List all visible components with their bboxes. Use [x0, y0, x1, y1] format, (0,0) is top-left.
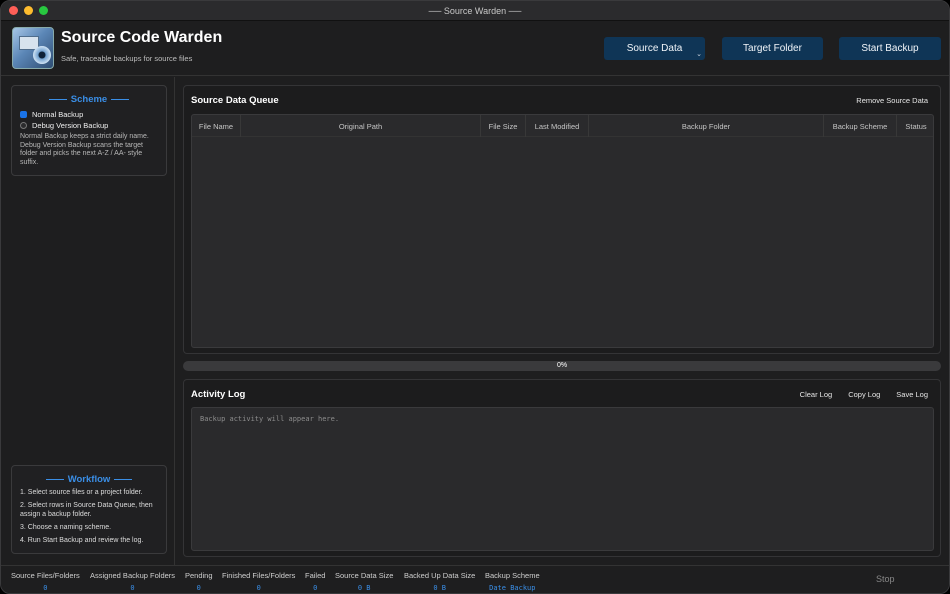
scheme-description: Normal Backup keeps a strict daily name.…: [20, 133, 149, 166]
stat-failed: Failed 0: [305, 571, 326, 592]
column-header[interactable]: Backup Scheme: [824, 115, 897, 137]
normal-backup-label: Normal Backup: [32, 110, 84, 119]
workflow-title: Workflow: [12, 474, 166, 485]
log-actions: Clear Log Copy Log Save Log: [800, 390, 928, 399]
target-folder-button[interactable]: Target Folder: [722, 37, 823, 60]
scheme-panel: Scheme Normal Backup Debug Version Backu…: [11, 85, 167, 176]
activity-log-panel: Activity Log Clear Log Copy Log Save Log…: [183, 379, 941, 557]
progress-label: 0%: [556, 362, 568, 369]
stat-pending: Pending 0: [185, 571, 213, 592]
window-title: ── Source Warden ──: [428, 5, 522, 16]
column-header[interactable]: File Name: [192, 115, 241, 137]
status-bar: Source Files/Folders 0 Assigned Backup Fo…: [1, 565, 949, 593]
close-window-button[interactable]: [9, 6, 18, 15]
debug-version-backup-option[interactable]: Debug Version Backup: [20, 121, 108, 130]
remove-source-data-button[interactable]: Remove Source Data: [856, 96, 928, 105]
stat-source-files: Source Files/Folders 0: [11, 571, 80, 592]
clear-log-button[interactable]: Clear Log: [800, 390, 833, 399]
queue-table[interactable]: File Name Original Path File Size Last M…: [191, 114, 934, 348]
log-placeholder: Backup activity will appear here.: [200, 415, 340, 423]
normal-backup-option[interactable]: Normal Backup: [20, 110, 83, 119]
backup-progress-bar: 0%: [183, 361, 941, 371]
column-header[interactable]: File Size: [481, 115, 526, 137]
workflow-panel: Workflow 1. Select source files or a pro…: [11, 465, 167, 554]
column-header[interactable]: Last Modified: [526, 115, 589, 137]
save-log-button[interactable]: Save Log: [896, 390, 928, 399]
source-data-label: Source Data: [626, 43, 683, 54]
source-data-queue-panel: Source Data Queue Remove Source Data Fil…: [183, 85, 941, 354]
app-header: Source Code Warden Safe, traceable backu…: [1, 21, 949, 76]
app-logo-icon: [12, 27, 54, 69]
workflow-step: 3. Choose a naming scheme.: [20, 524, 112, 531]
radio-selected-icon: [20, 111, 27, 118]
window-controls: [9, 6, 48, 15]
source-data-button[interactable]: Source Data ⌄: [604, 37, 705, 60]
queue-table-header: File Name Original Path File Size Last M…: [192, 115, 933, 137]
stat-backup-scheme: Backup Scheme Date Backup: [485, 571, 540, 592]
activity-log-textarea[interactable]: Backup activity will appear here.: [191, 407, 934, 551]
sidebar: Scheme Normal Backup Debug Version Backu…: [1, 77, 175, 565]
debug-version-backup-label: Debug Version Backup: [32, 121, 109, 130]
workflow-step: 1. Select source files or a project fold…: [20, 489, 143, 496]
app-window: ── Source Warden ── Source Code Warden S…: [0, 0, 950, 594]
app-subtitle: Safe, traceable backups for source files: [61, 54, 193, 63]
copy-log-button[interactable]: Copy Log: [848, 390, 880, 399]
stat-finished: Finished Files/Folders 0: [222, 571, 296, 592]
start-backup-button[interactable]: Start Backup: [839, 37, 941, 60]
workflow-step: 2. Select rows in Source Data Queue, the…: [20, 502, 153, 518]
stat-assigned-folders: Assigned Backup Folders 0: [90, 571, 176, 592]
log-title: Activity Log: [191, 389, 246, 400]
app-title: Source Code Warden: [61, 29, 223, 46]
column-header[interactable]: Backup Folder: [589, 115, 824, 137]
minimize-window-button[interactable]: [24, 6, 33, 15]
radio-unselected-icon: [20, 122, 27, 129]
stop-button[interactable]: Stop: [876, 574, 895, 584]
queue-title: Source Data Queue: [191, 95, 279, 106]
column-header[interactable]: Original Path: [241, 115, 481, 137]
column-header[interactable]: Status: [897, 115, 935, 137]
zoom-window-button[interactable]: [39, 6, 48, 15]
chevron-down-icon: ⌄: [696, 51, 702, 58]
stat-backed-up-size: Backed Up Data Size 0 B: [404, 571, 476, 592]
title-bar: ── Source Warden ──: [1, 1, 949, 21]
workflow-step: 4. Run Start Backup and review the log.: [20, 537, 144, 544]
scheme-title: Scheme: [12, 94, 166, 105]
stat-source-size: Source Data Size 0 B: [335, 571, 394, 592]
